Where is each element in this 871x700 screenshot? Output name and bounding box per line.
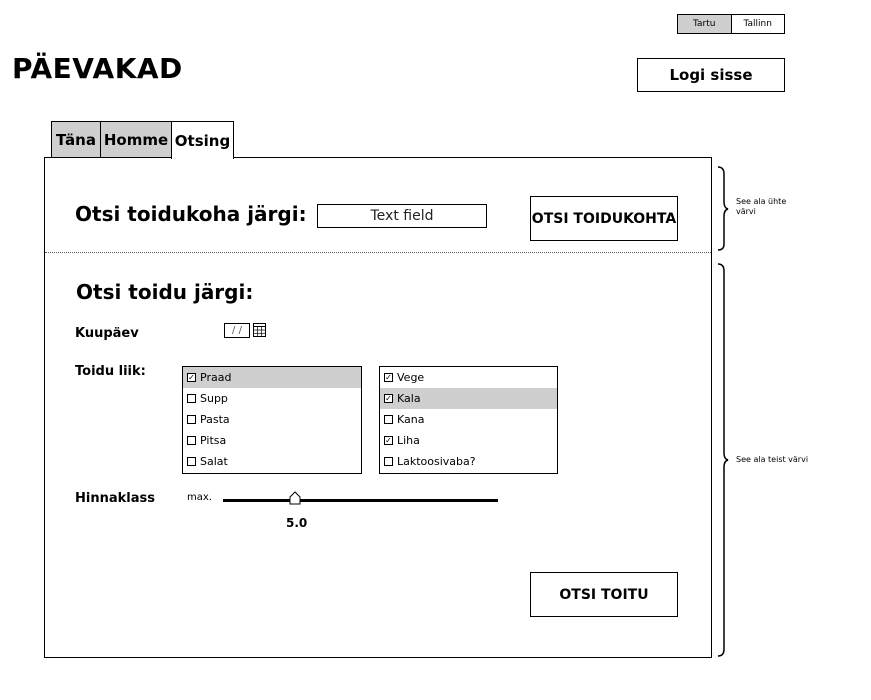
tab-tana[interactable]: Täna [51,121,101,158]
checkbox-icon[interactable] [187,394,196,403]
checkbox-checked-icon[interactable]: ✓ [384,373,393,382]
list-item-praad[interactable]: ✓ Praad [183,367,361,388]
list-item-salat[interactable]: Salat [183,451,361,472]
date-input[interactable]: / / [224,323,250,338]
search-food-button[interactable]: OTSI TOITU [530,572,678,617]
food-type-label: Toidu liik: [75,364,146,379]
bottom-section-brace-icon [717,263,729,657]
section-divider [45,252,711,253]
place-search-input[interactable]: Text field [317,204,487,228]
calendar-icon[interactable] [253,323,266,337]
tab-otsing[interactable]: Otsing [171,121,234,159]
place-search-heading: Otsi toidukoha järgi: [75,202,307,226]
list-item-label: Vege [397,371,425,384]
top-section-note: See ala ühte värvi [736,197,787,216]
list-item-vege[interactable]: ✓ Vege [380,367,557,388]
list-item-label: Praad [200,371,232,384]
top-section-brace-icon [717,166,729,251]
checkbox-checked-icon[interactable]: ✓ [187,373,196,382]
list-item-label: Supp [200,392,228,405]
city-option-tallinn[interactable]: Tallinn [732,15,785,33]
food-type-list: ✓ Praad Supp Pasta Pitsa Salat [182,366,362,474]
checkbox-icon[interactable] [384,457,393,466]
city-toggle: Tartu Tallinn [677,14,785,34]
checkbox-icon[interactable] [187,457,196,466]
list-item-label: Salat [200,455,228,468]
list-item-label: Laktoosivaba? [397,455,476,468]
list-item-label: Liha [397,434,420,447]
date-label: Kuupäev [75,326,139,341]
price-max-label: max. [187,492,212,503]
search-place-button[interactable]: OTSI TOIDUKOHTA [530,196,678,241]
price-label: Hinnaklass [75,491,155,506]
login-button[interactable]: Logi sisse [637,58,785,92]
checkbox-icon[interactable] [187,436,196,445]
list-item-laktoosivaba[interactable]: Laktoosivaba? [380,451,557,472]
list-item-pitsa[interactable]: Pitsa [183,430,361,451]
tab-homme[interactable]: Homme [100,121,172,158]
list-item-kana[interactable]: Kana [380,409,557,430]
list-item-kala[interactable]: ✓ Kala [380,388,557,409]
checkbox-icon[interactable] [187,415,196,424]
page-title: PÄEVAKAD [12,52,183,85]
city-option-tartu[interactable]: Tartu [678,15,732,33]
bottom-section-note: See ala teist värvi [736,455,809,464]
diet-type-list: ✓ Vege ✓ Kala Kana ✓ Liha Laktoosivaba? [379,366,558,474]
search-panel: Otsi toidukoha järgi: Text field OTSI TO… [44,157,712,658]
list-item-label: Pasta [200,413,230,426]
list-item-supp[interactable]: Supp [183,388,361,409]
checkbox-icon[interactable] [384,415,393,424]
price-value: 5.0 [286,516,308,530]
list-item-pasta[interactable]: Pasta [183,409,361,430]
checkbox-checked-icon[interactable]: ✓ [384,394,393,403]
list-item-label: Pitsa [200,434,227,447]
price-slider-track[interactable] [223,499,498,502]
food-search-heading: Otsi toidu järgi: [76,280,254,304]
price-slider-thumb[interactable] [289,491,301,505]
list-item-label: Kana [397,413,425,426]
checkbox-checked-icon[interactable]: ✓ [384,436,393,445]
list-item-liha[interactable]: ✓ Liha [380,430,557,451]
list-item-label: Kala [397,392,421,405]
